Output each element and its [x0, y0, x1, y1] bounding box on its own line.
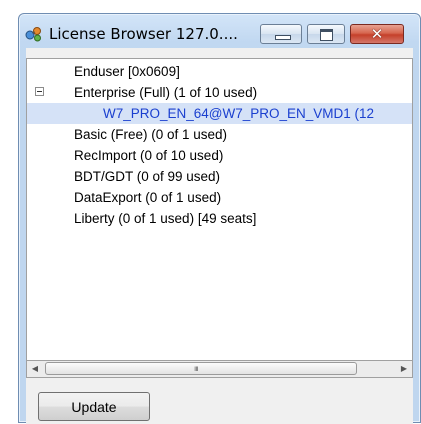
tree-item-label: BDT/GDT (0 of 99 used) — [74, 169, 221, 184]
close-button[interactable]: ✕ — [350, 24, 404, 44]
tree-item-enterprise[interactable]: Enterprise (Full) (1 of 10 used) — [27, 82, 412, 103]
maximize-icon — [320, 29, 333, 41]
tree-item-label: Enduser [0x0609] — [74, 64, 180, 79]
tree-item-label: RecImport (0 of 10 used) — [74, 148, 224, 163]
tree-item-enduser[interactable]: Enduser [0x0609] — [74, 61, 180, 82]
tree-item-label: DataExport (0 of 1 used) — [74, 190, 222, 205]
scrollbar-thumb[interactable]: ııı — [45, 362, 357, 375]
app-icon — [25, 27, 41, 42]
license-browser-window: License Browser 127.0.... ✕ Enduser [0x0… — [18, 13, 421, 424]
minimize-icon — [275, 35, 291, 40]
tree-item-dataexport[interactable]: DataExport (0 of 1 used) — [74, 187, 221, 208]
tree-item-label: Enterprise (Full) (1 of 10 used) — [74, 85, 258, 100]
update-button[interactable]: Update — [38, 392, 150, 421]
maximize-button[interactable] — [307, 24, 345, 44]
window-title: License Browser 127.0.... — [49, 25, 238, 43]
tree-item-recimport[interactable]: RecImport (0 of 10 used) — [74, 145, 223, 166]
title-bar[interactable]: License Browser 127.0.... ✕ — [19, 14, 420, 48]
scroll-left-icon[interactable]: ◀ — [30, 364, 40, 374]
grip-icon: ııı — [194, 364, 199, 373]
license-tree[interactable]: Enduser [0x0609] Enterprise (Full) (1 of… — [26, 58, 413, 361]
close-icon: ✕ — [370, 25, 384, 43]
tree-item-bdt-gdt[interactable]: BDT/GDT (0 of 99 used) — [74, 166, 220, 187]
tree-item-label: W7_PRO_EN_64@W7_PRO_EN_VMD1 (12 — [103, 106, 375, 121]
collapse-icon[interactable] — [35, 87, 44, 96]
scroll-right-icon[interactable]: ▶ — [399, 364, 409, 374]
tree-item-w7-pro-session[interactable]: W7_PRO_EN_64@W7_PRO_EN_VMD1 (12 — [27, 103, 412, 124]
tree-item-liberty[interactable]: Liberty (0 of 1 used) [49 seats] — [74, 208, 256, 229]
tree-item-label: Basic (Free) (0 of 1 used) — [74, 127, 228, 142]
tree-item-basic[interactable]: Basic (Free) (0 of 1 used) — [74, 124, 227, 145]
tree-item-label: Liberty (0 of 1 used) [49 seats] — [74, 211, 257, 226]
client-area: Enduser [0x0609] Enterprise (Full) (1 of… — [26, 48, 413, 424]
minimize-button[interactable] — [260, 24, 302, 44]
horizontal-scrollbar[interactable]: ◀ ııı ▶ — [26, 361, 413, 378]
